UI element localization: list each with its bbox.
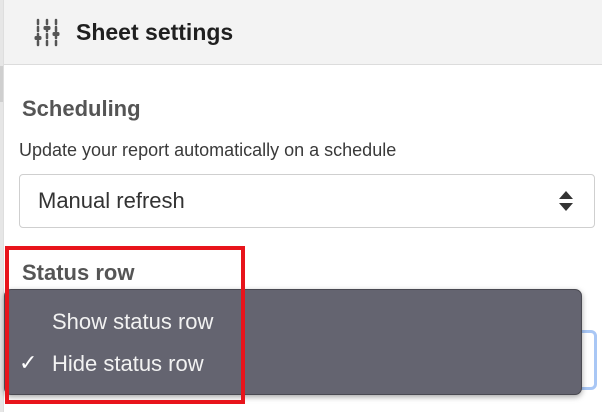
schedule-select-value: Manual refresh <box>38 188 185 213</box>
up-down-arrows-icon <box>559 191 573 211</box>
sliders-icon <box>34 18 60 48</box>
panel-header: Sheet settings <box>4 0 602 65</box>
schedule-select[interactable]: Manual refresh <box>19 174 595 228</box>
scheduling-description: Update your report automatically on a sc… <box>19 140 397 160</box>
annotation-highlight-box <box>5 246 245 404</box>
scheduling-heading: Scheduling <box>22 96 141 121</box>
panel-title: Sheet settings <box>76 19 234 45</box>
